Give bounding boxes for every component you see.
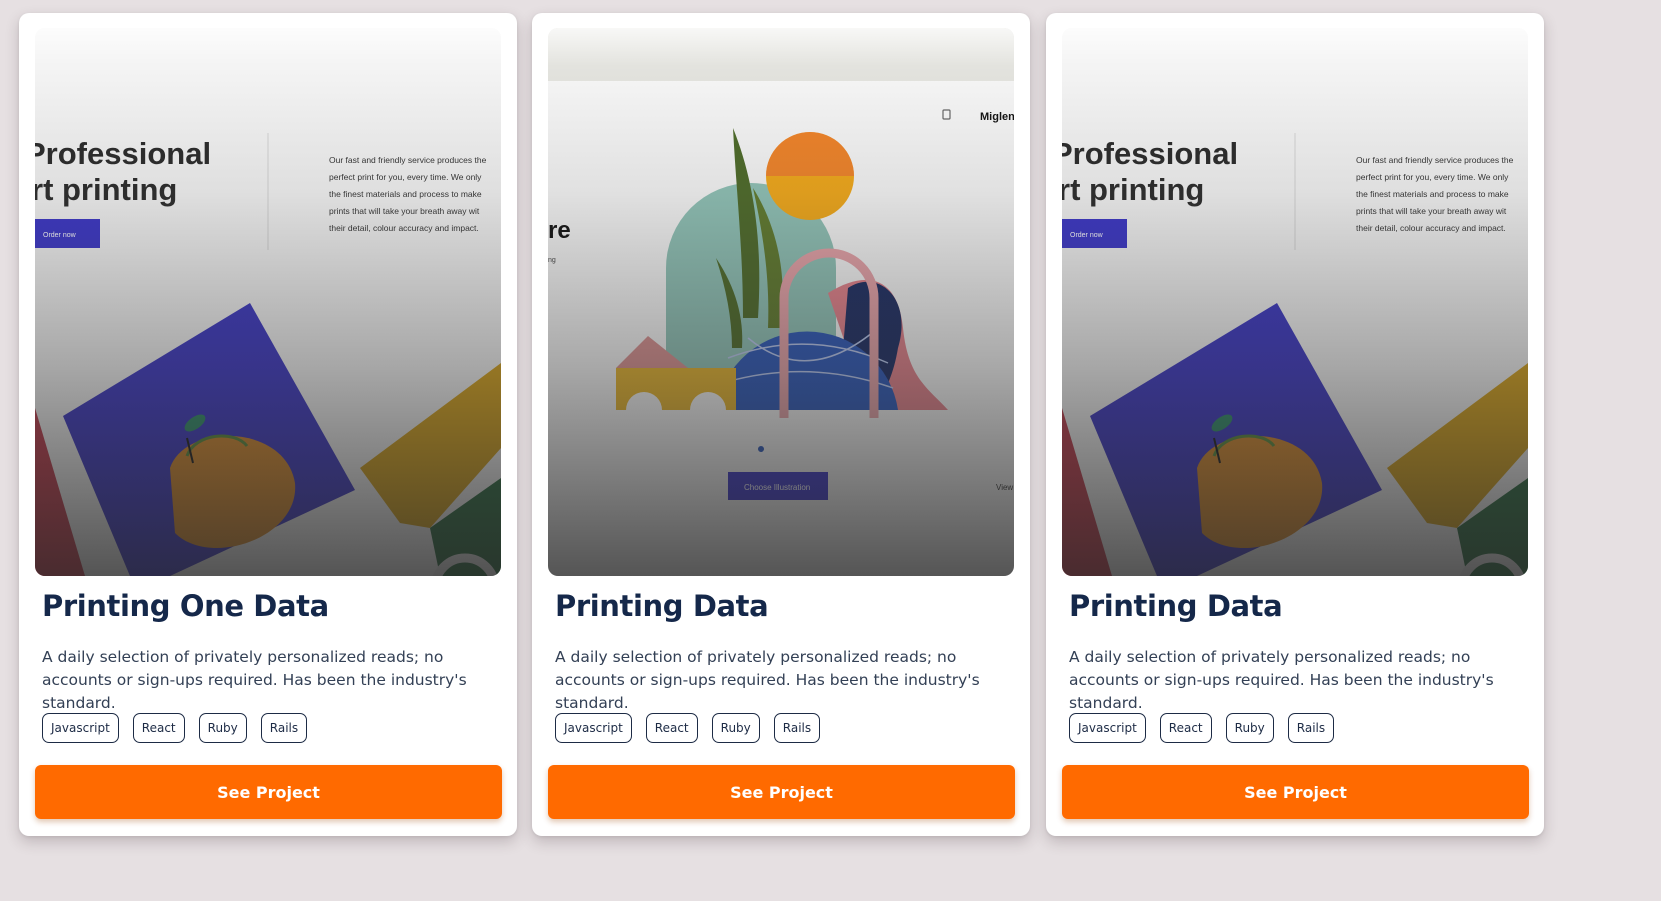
tech-tag: Javascript bbox=[42, 713, 119, 743]
svg-text:rt printing: rt printing bbox=[1062, 172, 1204, 207]
svg-text:Our fast and friendly service: Our fast and friendly service produces t… bbox=[329, 155, 487, 165]
svg-text:perfect print for you, every t: perfect print for you, every time. We on… bbox=[1356, 172, 1509, 182]
svg-text:Our fast and friendly service: Our fast and friendly service produces t… bbox=[1356, 155, 1514, 165]
svg-text:prints that will take your bre: prints that will take your breath away w… bbox=[1356, 206, 1507, 216]
svg-text:re: re bbox=[548, 217, 571, 244]
svg-text:Order now: Order now bbox=[43, 232, 77, 239]
svg-text:Choose Illustration: Choose Illustration bbox=[744, 483, 810, 492]
tech-tag: Javascript bbox=[1069, 713, 1146, 743]
svg-text:View: View bbox=[996, 483, 1013, 492]
project-card: Professional rt printing Order now Our f… bbox=[19, 13, 517, 836]
svg-text:perfect print for you, every t: perfect print for you, every time. We on… bbox=[329, 172, 482, 182]
tech-tag: Rails bbox=[260, 713, 308, 743]
project-cards-grid: Professional rt printing Order now Our f… bbox=[0, 0, 1661, 901]
tech-tag: Ruby bbox=[1225, 713, 1274, 743]
project-description: A daily selection of privately personali… bbox=[42, 648, 467, 712]
project-title: Printing One Data bbox=[42, 589, 329, 623]
tech-tag: React bbox=[1159, 713, 1212, 743]
svg-text:prints that will take your bre: prints that will take your breath away w… bbox=[329, 206, 480, 216]
tech-tag-list: Javascript React Ruby Rails bbox=[1069, 713, 1348, 743]
project-card: Professional rt printing Order now Our f… bbox=[1046, 13, 1544, 836]
project-title: Printing Data bbox=[555, 589, 769, 623]
svg-text:ng: ng bbox=[548, 257, 556, 264]
tech-tag-list: Javascript React Ruby Rails bbox=[555, 713, 834, 743]
svg-text:the finest materials and proce: the finest materials and process to make bbox=[1356, 189, 1509, 199]
project-preview-image: Professional rt printing Order now Our f… bbox=[35, 28, 501, 576]
tech-tag-list: Javascript React Ruby Rails bbox=[42, 713, 321, 743]
tech-tag: React bbox=[645, 713, 698, 743]
project-preview-image: Professional rt printing Order now Our f… bbox=[1062, 28, 1528, 576]
svg-text:Professional: Professional bbox=[1062, 136, 1238, 171]
svg-text:their detail, colour accuracy: their detail, colour accuracy and impact… bbox=[1356, 223, 1506, 233]
svg-text:Professional: Professional bbox=[35, 136, 211, 171]
svg-text:Miglen: Miglen bbox=[980, 111, 1014, 123]
svg-text:rt printing: rt printing bbox=[35, 172, 177, 207]
project-title: Printing Data bbox=[1069, 589, 1283, 623]
see-project-button[interactable]: See Project bbox=[35, 765, 502, 819]
project-preview-image: Miglen re ng Choose Illustration View bbox=[548, 28, 1014, 576]
see-project-button[interactable]: See Project bbox=[548, 765, 1015, 819]
tech-tag: Rails bbox=[1287, 713, 1335, 743]
svg-text:Order now: Order now bbox=[1070, 232, 1104, 239]
tech-tag: React bbox=[132, 713, 185, 743]
tech-tag: Ruby bbox=[711, 713, 760, 743]
project-card: Miglen re ng Choose Illustration View Pr… bbox=[532, 13, 1030, 836]
svg-text:the finest materials and proce: the finest materials and process to make bbox=[329, 189, 482, 199]
project-description: A daily selection of privately personali… bbox=[1069, 648, 1494, 712]
project-description: A daily selection of privately personali… bbox=[555, 648, 980, 712]
svg-text:their detail, colour accuracy: their detail, colour accuracy and impact… bbox=[329, 223, 479, 233]
see-project-button[interactable]: See Project bbox=[1062, 765, 1529, 819]
tech-tag: Ruby bbox=[198, 713, 247, 743]
tech-tag: Javascript bbox=[555, 713, 632, 743]
tech-tag: Rails bbox=[773, 713, 821, 743]
